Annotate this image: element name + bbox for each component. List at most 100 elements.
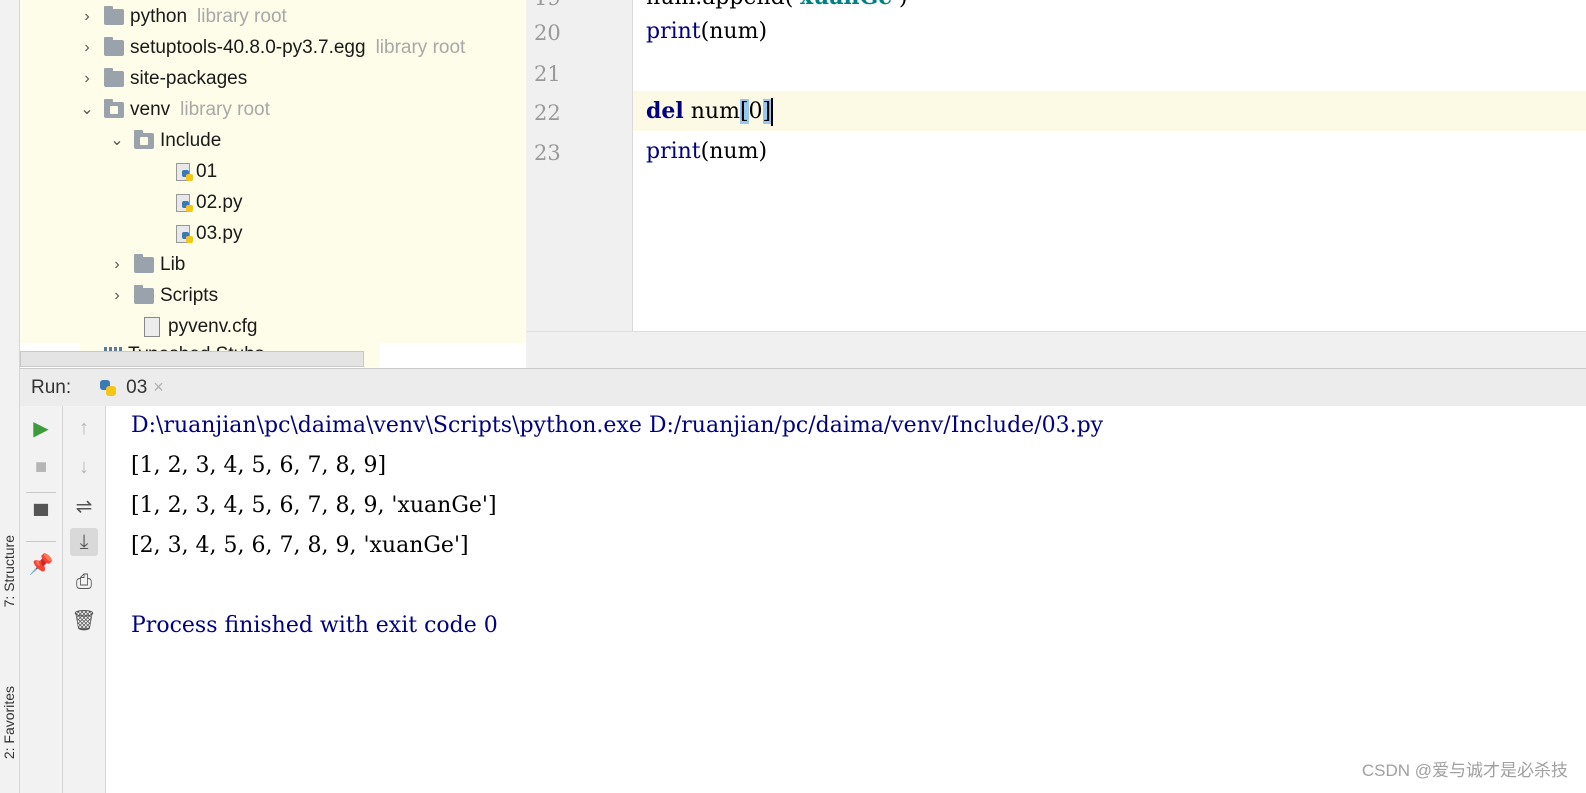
- tree-item-python[interactable]: › python library root: [80, 1, 287, 32]
- folder-icon: [104, 98, 124, 118]
- tree-item-file-01[interactable]: 01: [174, 156, 217, 187]
- folder-icon: [134, 284, 154, 304]
- close-icon[interactable]: ×: [153, 377, 164, 398]
- pin-tab-button[interactable]: 📌: [27, 550, 55, 578]
- python-file-icon: [174, 162, 194, 182]
- console-line: D:\ruanjian\pc\daima\venv\Scripts\python…: [131, 413, 1104, 438]
- clear-all-button[interactable]: 🗑: [70, 606, 98, 634]
- arrow-up-icon: ↑: [79, 416, 89, 439]
- code-line-23: print(num): [646, 139, 767, 164]
- tree-item-label: setuptools-40.8.0-py3.7.egg: [130, 36, 366, 58]
- run-tab-label: 03: [126, 376, 148, 398]
- code-line-22: del num[0]: [646, 98, 774, 126]
- code-string: 'xuanGe': [793, 0, 899, 10]
- stop-icon: ■: [34, 455, 48, 478]
- tree-item-lib[interactable]: › Lib: [110, 249, 185, 280]
- tree-item-site-packages[interactable]: › site-packages: [80, 63, 247, 94]
- print-button[interactable]: ⎙: [70, 568, 98, 596]
- structure-tab-label: 7: Structure: [1, 535, 17, 608]
- pin-icon: 📌: [28, 553, 54, 576]
- tree-item-setuptools[interactable]: › setuptools-40.8.0-py3.7.egg library ro…: [80, 32, 465, 63]
- code-text: (num): [700, 139, 768, 164]
- tree-item-label: venv: [130, 98, 171, 120]
- library-root-note: library root: [180, 98, 270, 120]
- left-tool-strip: 7: Structure 2: Favorites: [0, 0, 20, 793]
- stop-button[interactable]: ■: [27, 453, 55, 481]
- watermark: CSDN @爱与诚才是必杀技: [1361, 761, 1568, 780]
- run-toolbar-secondary: ↑ ↓ ⇌ ⤓ ⎙ 🗑: [63, 406, 106, 793]
- rerun-button[interactable]: ▶: [27, 414, 55, 442]
- code-text: (num): [700, 19, 768, 44]
- line-number-gutter: [526, 0, 633, 331]
- folder-icon: [134, 253, 154, 273]
- run-toolbar-primary: ▶ ■ ▀ 📌: [20, 406, 63, 793]
- tree-item-label: python: [130, 5, 188, 27]
- up-button[interactable]: ↑: [70, 414, 98, 442]
- line-number: 21: [534, 62, 561, 86]
- code-builtin: print: [646, 139, 701, 164]
- matched-bracket: ]: [762, 99, 772, 124]
- line-number: 22: [534, 101, 561, 125]
- tree-item-label: pyvenv.cfg: [168, 315, 258, 337]
- tree-item-file-03[interactable]: 03.py: [174, 218, 242, 249]
- library-root-note: library root: [375, 36, 466, 58]
- run-tool-window-header: Run: 03 ×: [20, 368, 1586, 407]
- python-icon: [98, 378, 118, 398]
- code-text: ): [899, 0, 908, 10]
- matched-bracket: [: [739, 99, 749, 124]
- tree-horizontal-scrollbar[interactable]: [20, 351, 364, 367]
- print-icon: ⎙: [76, 570, 92, 593]
- code-keyword: del: [646, 98, 684, 124]
- scroll-to-end-button[interactable]: ⤓: [70, 528, 98, 556]
- tree-item-label: Scripts: [160, 284, 219, 306]
- run-label: Run:: [31, 376, 72, 398]
- chevron-right-icon[interactable]: ›: [80, 70, 94, 86]
- code-builtin: print: [646, 19, 701, 44]
- tree-item-label: 01: [196, 160, 218, 182]
- toolbar-divider: [26, 541, 56, 542]
- code-text: num.append(: [646, 0, 793, 10]
- layout-icon: ▀: [33, 504, 49, 527]
- code-text: 0: [748, 99, 763, 124]
- code-line-19: num.append('xuanGe'): [646, 0, 908, 10]
- chevron-right-icon[interactable]: ›: [80, 8, 94, 24]
- python-file-icon: [174, 224, 194, 244]
- line-number: 23: [534, 141, 561, 165]
- folder-icon: [104, 5, 124, 25]
- tree-item-scripts[interactable]: › Scripts: [110, 280, 218, 311]
- structure-tab[interactable]: 7: Structure: [0, 535, 19, 607]
- tree-item-label: Lib: [160, 253, 186, 275]
- project-tree: › python library root › setuptools-40.8.…: [20, 0, 525, 343]
- soft-wrap-icon: ⇌: [75, 495, 93, 518]
- trash-icon: 🗑: [71, 609, 97, 632]
- tree-item-include[interactable]: ⌄ Include: [110, 125, 221, 156]
- text-caret: [771, 98, 774, 126]
- console-line: [1, 2, 3, 4, 5, 6, 7, 8, 9, 'xuanGe']: [131, 493, 497, 518]
- chevron-down-icon[interactable]: ⌄: [80, 101, 94, 117]
- tree-item-file-02[interactable]: 02.py: [174, 187, 242, 218]
- code-text: num: [683, 99, 740, 124]
- favorites-tab[interactable]: 2: Favorites: [0, 686, 19, 759]
- tree-item-pyvenv-cfg[interactable]: pyvenv.cfg: [140, 311, 257, 342]
- tree-item-label: Include: [160, 129, 222, 151]
- play-icon: ▶: [33, 417, 49, 440]
- chevron-right-icon[interactable]: ›: [80, 39, 94, 55]
- down-button[interactable]: ↓: [70, 453, 98, 481]
- code-editor[interactable]: 19 20 21 22 23 num.append('xuanGe') prin…: [526, 0, 1586, 331]
- line-number: 19: [534, 0, 594, 10]
- tree-item-venv[interactable]: ⌄ venv library root: [80, 94, 270, 125]
- restore-layout-button[interactable]: ▀: [27, 502, 55, 530]
- run-tab-03[interactable]: 03 ×: [98, 369, 164, 406]
- line-number: 20: [534, 21, 561, 45]
- console-line: [2, 3, 4, 5, 6, 7, 8, 9, 'xuanGe']: [131, 533, 469, 558]
- chevron-down-icon[interactable]: ⌄: [110, 132, 124, 148]
- tree-item-label: site-packages: [130, 67, 248, 89]
- toolbar-divider: [26, 492, 56, 493]
- folder-icon: [134, 129, 154, 149]
- run-console[interactable]: D:\ruanjian\pc\daima\venv\Scripts\python…: [106, 406, 1586, 793]
- chevron-right-icon[interactable]: ›: [110, 256, 124, 272]
- chevron-right-icon[interactable]: ›: [110, 287, 124, 303]
- favorites-tab-label: 2: Favorites: [1, 686, 17, 760]
- soft-wrap-button[interactable]: ⇌: [70, 492, 98, 520]
- tree-item-label: 03.py: [196, 222, 243, 244]
